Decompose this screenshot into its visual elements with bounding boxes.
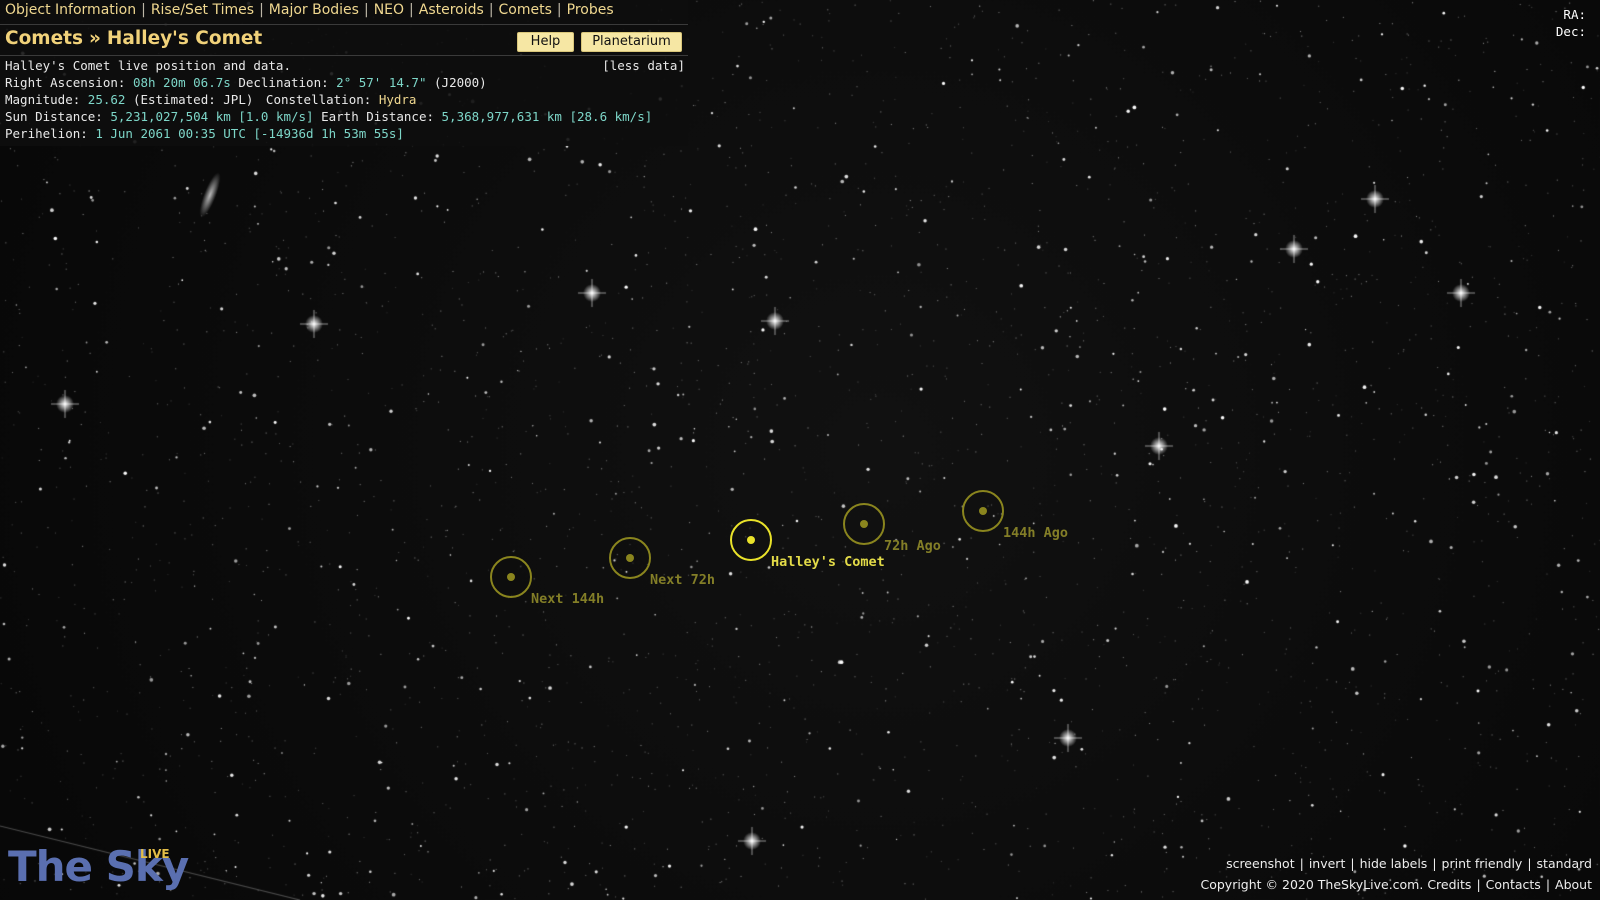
earth-distance-value: 5,368,977,631 km [28.6 km/s]: [441, 109, 653, 124]
perihelion-label: Perihelion:: [5, 126, 88, 141]
nav-separator: |: [363, 2, 369, 18]
cursor-dec-label: Dec:: [1555, 24, 1586, 39]
cursor-ra-label: RA:: [1563, 7, 1586, 22]
nav-separator: |: [409, 2, 414, 18]
info-row-coordinates: Right Ascension: 08h 20m 06.7s Declinati…: [5, 74, 685, 91]
marker-label: 144h Ago: [1003, 525, 1069, 541]
info-row-intro: Halley's Comet live position and data. […: [5, 57, 685, 74]
planetarium-button[interactable]: Planetarium: [581, 32, 682, 52]
nav-major-bodies[interactable]: Major Bodies: [269, 2, 359, 18]
view-options: screenshot | invert | hide labels | print frie…: [1226, 856, 1592, 871]
title-bar: Comets» Halley's Comet Help Planetarium: [0, 24, 688, 56]
earth-distance-label: Earth Distance:: [321, 109, 434, 124]
dec-label: Declination:: [238, 75, 329, 90]
magnitude-value: 25.62: [87, 92, 126, 107]
about-link[interactable]: About: [1555, 877, 1592, 892]
standard-link[interactable]: standard: [1537, 856, 1592, 871]
marker-label: 72h Ago: [884, 538, 941, 554]
footer-separator: |: [1350, 856, 1355, 871]
hide-labels-link[interactable]: hide labels: [1360, 856, 1428, 871]
footer-separator: |: [1432, 856, 1437, 871]
info-row-perihelion: Perihelion: 1 Jun 2061 00:35 UTC [-14936…: [5, 125, 685, 142]
credits-link[interactable]: Credits: [1427, 877, 1471, 892]
copyright-bar: Copyright © 2020 TheSkyLive.com. Credits…: [1200, 877, 1592, 892]
sun-distance-label: Sun Distance:: [5, 109, 103, 124]
info-row-distances: Sun Distance: 5,231,027,504 km [1.0 km/s…: [5, 108, 685, 125]
nav-separator: |: [488, 2, 494, 18]
help-button[interactable]: Help: [517, 32, 574, 52]
contacts-link[interactable]: Contacts: [1486, 877, 1541, 892]
marker-label: Halley's Comet: [771, 554, 885, 570]
title-category-link[interactable]: Comets: [5, 28, 83, 49]
marker-dot: [626, 554, 634, 562]
epoch: (J2000): [434, 75, 487, 90]
footer-separator: |: [1299, 856, 1304, 871]
nav-separator: |: [259, 2, 264, 18]
page-title: Comets» Halley's Comet: [5, 28, 262, 49]
title-object: Halley's Comet: [106, 28, 263, 49]
nav-separator: |: [141, 2, 146, 18]
nav-object-information[interactable]: Object Information: [5, 2, 136, 18]
constellation-link[interactable]: Hydra: [379, 92, 417, 107]
screenshot-link[interactable]: screenshot: [1226, 856, 1295, 871]
ra-value: 08h 20m 06.7s: [132, 75, 231, 90]
ra-label: Right Ascension:: [5, 75, 126, 90]
cursor-coordinates: RA: Dec:: [1556, 6, 1586, 40]
sun-distance-value: 5,231,027,504 km [1.0 km/s]: [110, 109, 314, 124]
top-navigation: Object Information | Rise/Set Times | Major …: [5, 2, 614, 22]
footer-separator: |: [1476, 877, 1481, 892]
print-friendly-link[interactable]: print friendly: [1442, 856, 1523, 871]
info-intro: Halley's Comet live position and data.: [5, 58, 291, 73]
title-separator: »: [88, 28, 101, 49]
nav-comets[interactable]: Comets: [499, 2, 552, 18]
site-logo-badge: LIVE: [140, 847, 170, 861]
footer-separator: |: [1545, 877, 1551, 892]
footer-separator: |: [1527, 856, 1532, 871]
object-data: Halley's Comet live position and data. […: [5, 57, 685, 142]
invert-link[interactable]: invert: [1309, 856, 1346, 871]
marker-dot: [979, 507, 987, 515]
marker-dot: [747, 536, 755, 544]
nav-neo[interactable]: NEO: [374, 2, 404, 18]
nav-asteroids[interactable]: Asteroids: [419, 2, 484, 18]
nav-rise-set-times[interactable]: Rise/Set Times: [151, 2, 254, 18]
info-row-magnitude: Magnitude: 25.62 (Estimated: JPL) Conste…: [5, 91, 685, 108]
marker-label: Next 72h: [650, 572, 716, 588]
dec-value: 2° 57' 14.7": [336, 75, 427, 90]
magnitude-label: Magnitude:: [5, 92, 81, 107]
copyright-text: Copyright © 2020 TheSkyLive.com.: [1200, 877, 1424, 892]
nav-probes[interactable]: Probes: [567, 2, 614, 18]
marker-dot: [860, 520, 868, 528]
less-data-link[interactable]: [less data]: [602, 57, 685, 74]
marker-label: Next 144h: [531, 591, 605, 607]
nav-separator: |: [556, 2, 562, 18]
perihelion-value: 1 Jun 2061 00:35 UTC [-14936d 1h 53m 55s…: [95, 126, 404, 141]
constellation-label: Constellation:: [265, 92, 372, 107]
magnitude-note: (Estimated: JPL): [132, 92, 254, 107]
marker-dot: [507, 573, 515, 581]
